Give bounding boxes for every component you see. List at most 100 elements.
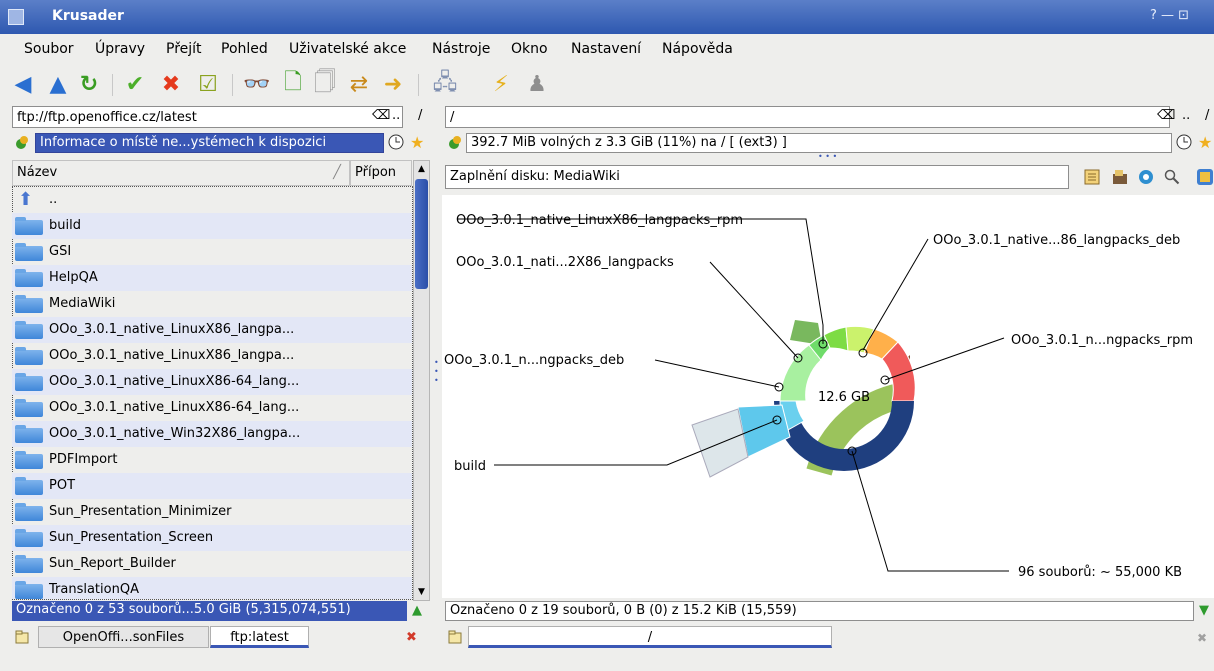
label-deb-top: OOo_3.0.1_native...86_langpacks_deb (933, 233, 1180, 248)
list-item-parent[interactable]: ⬆ .. (12, 187, 412, 213)
menu-nastaveni[interactable]: Nastavení (571, 41, 641, 57)
panel-splitter-handle[interactable]: • • • (434, 358, 439, 386)
right-panel-indicator-icon: ▼ (1199, 603, 1209, 618)
file-name: GSI (49, 244, 72, 259)
file-name: Sun_Presentation_Screen (49, 530, 214, 545)
disk-usage-ring-chart[interactable]: 12.6 GB OOo_3.0.1_native_LinuxX86_langpa… (442, 195, 1214, 598)
left-path-root-button[interactable]: / (418, 108, 422, 123)
menu-uzivatelske-akce[interactable]: Uživatelské akce (289, 41, 406, 57)
disk-free-icon (14, 134, 30, 150)
clear-right-path-icon[interactable]: ⌫ (1157, 108, 1175, 123)
close-tab-icon[interactable]: ✖ (406, 630, 417, 645)
list-item[interactable]: Sun_Presentation_Screen (12, 525, 412, 551)
window-controls[interactable]: ? — ⊡ (1150, 8, 1189, 23)
left-bookmark-star-icon[interactable]: ★ (410, 133, 426, 152)
list-item[interactable]: OOo_3.0.1_native_LinuxX86_langpa... (12, 343, 412, 369)
list-item[interactable]: OOo_3.0.1_native_Win32X86_langpa... (12, 421, 412, 447)
right-path-root-button[interactable]: / (1205, 108, 1209, 123)
right-history-icon[interactable] (1176, 134, 1192, 150)
list-item[interactable]: OOo_3.0.1_native_LinuxX86_langpa... (12, 317, 412, 343)
label-files: 96 souborů: ~ 55,000 KB (1018, 565, 1182, 580)
right-info-bar: 392.7 MiB volných z 3.3 GiB (11%) na / [… (466, 133, 1172, 153)
list-item[interactable]: POT (12, 473, 412, 499)
scroll-up-icon[interactable]: ▲ (415, 161, 428, 177)
scroll-down-icon[interactable]: ▼ (415, 584, 428, 600)
left-history-icon[interactable] (388, 134, 404, 150)
up-folder-icon: ⬆ (18, 189, 34, 210)
select-icon[interactable]: ✔ (122, 71, 148, 97)
new-tab-icon[interactable] (447, 629, 463, 645)
file-name: OOo_3.0.1_native_LinuxX86-64_lang... (49, 400, 300, 415)
folder-icon (15, 503, 43, 521)
detailed-view-icon[interactable] (1112, 169, 1128, 185)
move-file-icon[interactable]: ➜ (380, 71, 406, 97)
menu-nastroje[interactable]: Nástroje (432, 41, 490, 57)
label-nati: OOo_3.0.1_nati...2X86_langpacks (456, 255, 674, 270)
close-tab-icon[interactable]: ✖ (1197, 631, 1207, 645)
column-header-ext[interactable]: Přípon (350, 160, 412, 186)
file-name: OOo_3.0.1_native_LinuxX86_langpa... (49, 322, 295, 337)
list-item[interactable]: HelpQA (12, 265, 412, 291)
filelight-view-icon[interactable] (1138, 169, 1154, 185)
right-path-parent-button[interactable]: .. (1182, 108, 1190, 123)
column-header-name[interactable]: Název ╱ (12, 160, 350, 186)
tab-ftp-latest[interactable]: ftp:latest (210, 626, 309, 648)
list-item[interactable]: Sun_Presentation_Minimizer (12, 499, 412, 525)
menu-okno[interactable]: Okno (511, 41, 548, 57)
menu-bar: Soubor Úpravy Přejít Pohled Uživatelské … (0, 34, 1214, 64)
clear-left-path-icon[interactable]: ⌫ (372, 108, 390, 123)
invert-selection-icon[interactable]: ☑ (195, 71, 221, 97)
folder-icon (15, 295, 43, 313)
file-name: OOo_3.0.1_native_Win32X86_langpa... (49, 426, 301, 441)
panel-resize-handle[interactable]: • • • (818, 153, 848, 161)
tab-openoffice-json[interactable]: OpenOffi...sonFiles (38, 626, 209, 648)
folder-icon (15, 399, 43, 417)
menu-prejit[interactable]: Přejít (166, 41, 202, 57)
new-tab-icon[interactable] (14, 629, 30, 645)
root-mode-icon[interactable]: ♟ (524, 71, 550, 97)
toolbar-separator (232, 74, 233, 96)
list-item[interactable]: TranslationQA (12, 577, 412, 599)
connect-network-icon[interactable]: 🖧 (432, 70, 458, 97)
menu-pohled[interactable]: Pohled (221, 41, 268, 57)
list-view-icon[interactable] (1084, 169, 1100, 185)
list-item[interactable]: Sun_Report_Builder (12, 551, 412, 577)
title-bar[interactable]: Krusader ? — ⊡ (0, 0, 1214, 34)
list-item[interactable]: MediaWiki (12, 291, 412, 317)
file-name: OOo_3.0.1_native_LinuxX86-64_lang... (49, 374, 300, 389)
folder-icon (15, 269, 43, 287)
menu-napoveda[interactable]: Nápověda (662, 41, 733, 57)
file-name: TranslationQA (49, 582, 139, 597)
refresh-icon[interactable]: ↻ (76, 71, 102, 97)
list-item[interactable]: OOo_3.0.1_native_LinuxX86-64_lang... (12, 369, 412, 395)
list-item[interactable]: GSI (12, 239, 412, 265)
disconnect-icon[interactable]: ⚡ (488, 71, 514, 97)
menu-soubor[interactable]: Soubor (24, 41, 74, 57)
file-name: OOo_3.0.1_native_LinuxX86_langpa... (49, 348, 295, 363)
right-bookmark-star-icon[interactable]: ★ (1198, 133, 1214, 152)
back-arrow-icon[interactable]: ◀ (10, 71, 36, 97)
unselect-icon[interactable]: ✖ (158, 71, 184, 97)
label-rpm-right: OOo_3.0.1_n...ngpacks_rpm (1011, 333, 1193, 348)
list-item[interactable]: PDFImport (12, 447, 412, 473)
tab-root[interactable]: / (468, 626, 832, 648)
list-item[interactable]: build (12, 213, 412, 239)
left-path-parent-button[interactable]: .. (392, 108, 400, 123)
app-icon[interactable] (8, 9, 24, 25)
sync-icon[interactable]: ⇄ (346, 71, 372, 97)
right-path-input[interactable] (445, 106, 1170, 128)
left-path-input[interactable] (12, 106, 403, 128)
list-item[interactable]: OOo_3.0.1_native_LinuxX86-64_lang... (12, 395, 412, 421)
file-name: PDFImport (49, 452, 118, 467)
up-arrow-icon[interactable]: ▲ (45, 71, 71, 97)
copy-file-icon[interactable]: 🗍 (312, 70, 338, 97)
search-binoculars-icon[interactable]: 👓 (243, 71, 270, 97)
menu-upravy[interactable]: Úpravy (95, 41, 145, 57)
folder-icon (15, 529, 43, 547)
refresh-view-icon[interactable] (1196, 168, 1213, 185)
label-rpm: OOo_3.0.1_native_LinuxX86_langpacks_rpm (456, 213, 743, 228)
left-scrollbar[interactable]: ▲ ▼ (413, 160, 430, 601)
zoom-icon[interactable] (1164, 169, 1180, 185)
scroll-thumb[interactable] (415, 179, 428, 289)
new-file-icon[interactable]: 🗋 (280, 70, 306, 97)
